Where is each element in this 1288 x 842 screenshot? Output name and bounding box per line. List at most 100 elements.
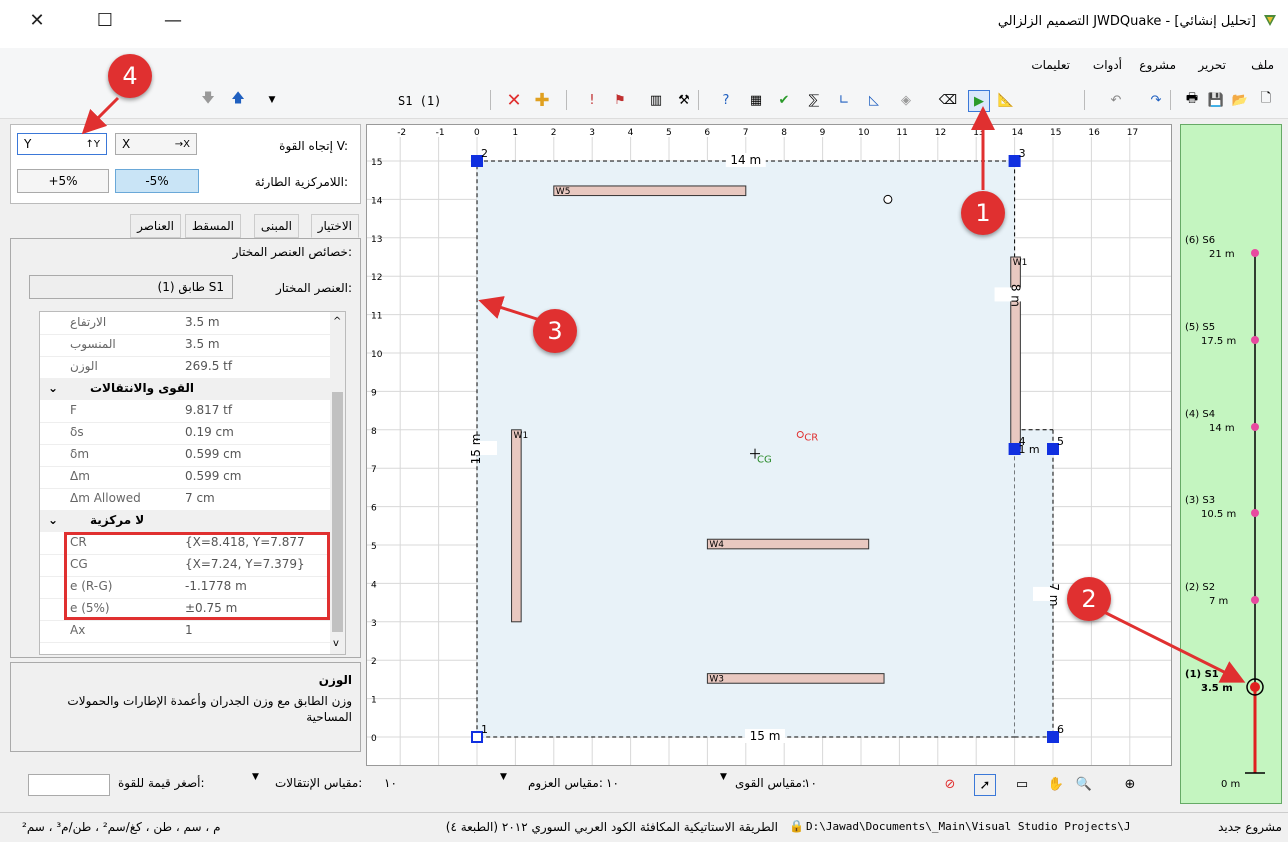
- ruler-icon[interactable]: 📐: [996, 90, 1016, 110]
- warning-icon[interactable]: !: [582, 90, 602, 110]
- new-icon[interactable]: 🗋: [1256, 90, 1276, 110]
- check-icon[interactable]: ✔: [774, 90, 794, 110]
- callout-3: 3: [533, 309, 577, 353]
- prop-row[interactable]: Δm 0.599 cm: [40, 466, 330, 489]
- dim-left: 15 m: [469, 434, 483, 465]
- wall-label: W1: [514, 431, 529, 441]
- y-tick-label: 7: [371, 465, 377, 475]
- column-icon[interactable]: ▥: [646, 90, 666, 110]
- delete-icon[interactable]: ✕: [504, 90, 524, 111]
- selected-element-field[interactable]: طابق (1) S1: [29, 275, 233, 299]
- y-tick-label: 0: [371, 734, 377, 744]
- x-tick-label: 13: [973, 128, 984, 138]
- prop-row[interactable]: δs 0.19 cm: [40, 422, 330, 445]
- save-icon[interactable]: 💾: [1206, 90, 1226, 110]
- y-tick-label: 12: [371, 273, 382, 283]
- close-button[interactable]: ✕: [14, 0, 60, 40]
- dropdown-icon[interactable]: ▼: [262, 90, 282, 110]
- arrow-up-icon[interactable]: 🡅: [228, 90, 248, 110]
- pointer-icon[interactable]: ➚: [974, 774, 996, 796]
- y-tick-label: 13: [371, 235, 382, 245]
- eraser-icon[interactable]: ⌫: [938, 90, 958, 110]
- disp-scale-value[interactable]: ١٠: [384, 776, 397, 790]
- add-icon[interactable]: ✚: [532, 90, 552, 111]
- group-title: خصائص العنصر المختار:: [232, 245, 352, 259]
- maximize-button[interactable]: ☐: [82, 0, 128, 40]
- prop-row[interactable]: الوزن 269.5 tf: [40, 356, 330, 379]
- story-elev: 7 m: [1209, 596, 1229, 607]
- status-project: مشروع جديد: [1218, 820, 1282, 834]
- prop-row[interactable]: الارتفاع 3.5 m: [40, 312, 330, 335]
- arrow-down-icon[interactable]: 🡇: [198, 90, 218, 110]
- x-tick-label: 3: [589, 128, 595, 138]
- prop-row[interactable]: F 9.817 tf: [40, 400, 330, 423]
- dim-right: 8 m: [1009, 284, 1023, 307]
- x-tick-label: 8: [781, 128, 787, 138]
- x-tick-label: 6: [704, 128, 710, 138]
- force-panel: Y ↑Y X →X إتجاه القوة V: +5% -5% اللامركزي…: [10, 124, 361, 204]
- moment-scale-value[interactable]: ١٠: [606, 776, 619, 790]
- help-icon[interactable]: ?: [716, 90, 736, 110]
- x-tick-label: 17: [1127, 128, 1138, 138]
- prop-row[interactable]: Ax 1: [40, 620, 330, 643]
- tab-elements[interactable]: العناصر: [130, 214, 181, 238]
- story-combo[interactable]: S1 (1): [398, 94, 441, 108]
- run-analysis-icon[interactable]: ▶: [968, 90, 990, 112]
- story-name[interactable]: (4) S4: [1185, 409, 1215, 420]
- category-forces[interactable]: ⌄ القوى والانتقالات: [40, 378, 330, 400]
- no-select-icon[interactable]: ⊘: [940, 774, 960, 794]
- ecc-minus-button[interactable]: -5%: [115, 169, 199, 193]
- story-name[interactable]: (5) S5: [1185, 322, 1215, 333]
- story-name[interactable]: (6) S6: [1185, 235, 1215, 246]
- triangle-icon[interactable]: ◺: [864, 90, 884, 110]
- measure-icon[interactable]: ◈: [896, 90, 916, 110]
- dir-x-button[interactable]: X →X: [115, 133, 197, 155]
- x-tick-label: 5: [666, 128, 672, 138]
- menu-tools[interactable]: أدوات: [1093, 58, 1122, 72]
- y-tick-label: 4: [371, 580, 377, 590]
- prop-row[interactable]: المنسوب 3.5 m: [40, 334, 330, 357]
- axes-icon[interactable]: ∟: [834, 90, 854, 110]
- plan-canvas[interactable]: -2 -1 0 1 2 3 4 5 6 7 8 9 10 11 12 13 14 15 16 17 15 14 13 12 11…: [366, 124, 1172, 766]
- scrollbar[interactable]: ^ v: [330, 312, 345, 654]
- property-grid[interactable]: الارتفاع 3.5 m المنسوب 3.5 m الوزن 269.5 tf…: [39, 311, 346, 655]
- redo-icon[interactable]: ↷: [1146, 90, 1166, 110]
- node-label: 6: [1057, 723, 1064, 736]
- minimize-button[interactable]: —: [150, 0, 196, 40]
- zoom-fit-icon[interactable]: ⊕: [1120, 774, 1140, 794]
- scrollbar-thumb[interactable]: [332, 392, 343, 632]
- print-icon[interactable]: 🖶: [1182, 90, 1202, 110]
- x-tick-label: -2: [397, 128, 406, 138]
- tab-plan[interactable]: المسقط: [184, 214, 241, 238]
- category-eccentricity[interactable]: ⌄ لا مركزية: [40, 510, 330, 532]
- stories-panel[interactable]: (6) S6 21 m (5) S5 17.5 m (4) S4 14 m (3…: [1180, 124, 1282, 804]
- ecc-plus-button[interactable]: +5%: [17, 169, 109, 193]
- app-icon: [1264, 15, 1276, 26]
- min-force-combo[interactable]: [28, 774, 110, 796]
- menu-edit[interactable]: تحرير: [1198, 58, 1226, 72]
- pan-icon[interactable]: ✋: [1046, 774, 1066, 794]
- prop-row[interactable]: Δm Allowed 7 cm: [40, 488, 330, 511]
- story-name[interactable]: (3) S3: [1185, 495, 1215, 506]
- force-scale-value[interactable]: ١٠: [804, 776, 817, 790]
- tab-building[interactable]: المبنى: [253, 214, 299, 238]
- ruler-tool-icon[interactable]: ▭: [1012, 774, 1032, 794]
- menu-help[interactable]: تعليمات: [1031, 58, 1070, 72]
- y-tick-label: 1: [371, 696, 377, 706]
- calculator-icon[interactable]: ▦: [746, 90, 766, 110]
- sum-icon[interactable]: ⅀: [804, 90, 824, 110]
- open-icon[interactable]: 📂: [1230, 90, 1250, 110]
- flag-icon[interactable]: ⚑: [610, 90, 630, 110]
- tools-icon[interactable]: ⚒: [674, 90, 694, 110]
- zoom-in-icon[interactable]: 🔍: [1074, 774, 1094, 794]
- undo-icon[interactable]: ↶: [1106, 90, 1126, 110]
- dir-y-button[interactable]: Y ↑Y: [17, 133, 107, 155]
- building-outline: [476, 160, 1016, 738]
- prop-row[interactable]: δm 0.599 cm: [40, 444, 330, 467]
- selected-label: العنصر المختار:: [275, 281, 352, 295]
- tab-selection[interactable]: الاختيار: [310, 214, 359, 238]
- menu-project[interactable]: مشروع: [1139, 58, 1176, 72]
- story-name-selected[interactable]: (1) S1: [1185, 669, 1219, 680]
- story-name[interactable]: (2) S2: [1185, 582, 1215, 593]
- menu-file[interactable]: ملف: [1251, 58, 1274, 72]
